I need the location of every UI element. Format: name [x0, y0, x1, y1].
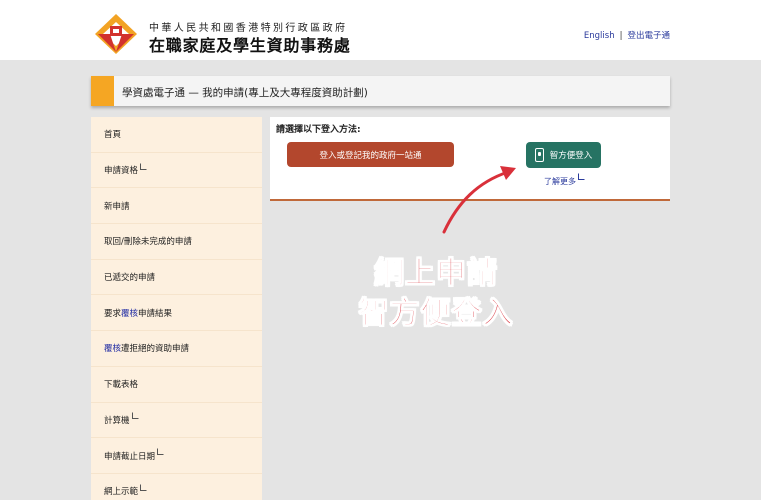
- sidebar-item-eligibility[interactable]: 申請資格: [91, 153, 262, 189]
- sidebar-item-request-review[interactable]: 要求 覆核 申請結果: [91, 295, 262, 332]
- learn-more-label: 了解更多: [544, 177, 576, 186]
- sidebar-item-highlight: 覆核: [121, 308, 139, 319]
- page-title-bar: 學資處電子通 — 我的申請(專上及大專程度資助計劃): [91, 76, 670, 106]
- sidebar-item-label: 網上示範: [104, 487, 139, 498]
- sidebar-item-label: 計算機: [104, 415, 130, 426]
- annotation-line-2: 智方便登入: [358, 296, 514, 332]
- sidebar-item-review-rejected[interactable]: 覆核 遭拒絕的資助申請: [91, 331, 262, 367]
- english-link[interactable]: English: [584, 31, 615, 41]
- sidebar-item-label: 申請截止日期: [104, 451, 156, 462]
- external-link-icon: [131, 412, 139, 420]
- site-header: 中華人民共和國香港特別行政區政府 在職家庭及學生資助事務處 English | 登出…: [0, 0, 761, 60]
- sidebar-item-online-demo[interactable]: 網上示範: [91, 474, 262, 500]
- annotation-arrow-icon: [442, 166, 516, 234]
- sidebar-item-retrieve-delete[interactable]: 取回/刪除未完成的申請: [91, 224, 262, 260]
- sidebar-item-calculator[interactable]: 計算機: [91, 403, 262, 439]
- logout-link[interactable]: 登出電子通: [627, 31, 670, 41]
- sidebar-item-deadline[interactable]: 申請截止日期: [91, 438, 262, 474]
- sidebar-item-label: 遭拒絕的資助申請: [121, 344, 190, 355]
- sidebar-item-label: 下載表格: [104, 380, 139, 391]
- sidebar-item-submitted[interactable]: 已遞交的申請: [91, 260, 262, 296]
- sidebar-item-download-forms[interactable]: 下載表格: [91, 367, 262, 403]
- sidebar-item-label: 取回/刪除未完成的申請: [104, 237, 192, 248]
- sidebar-item-label: 新申請: [104, 201, 130, 212]
- department-title: 在職家庭及學生資助事務處: [149, 36, 351, 55]
- sidebar-item-label: 首頁: [104, 130, 122, 141]
- external-link-icon: [140, 162, 148, 170]
- sidebar-item-label: 要求: [104, 308, 122, 319]
- sidebar-nav: 首頁 申請資格 新申請 取回/刪除未完成的申請 已遞交的申請 要求 覆核 申請結果 …: [91, 117, 262, 500]
- sidebar-item-label: 申請結果: [138, 308, 173, 319]
- external-link-icon: [140, 483, 148, 491]
- top-links: English | 登出電子通: [584, 29, 670, 41]
- external-link-icon: [157, 448, 165, 456]
- title-accent: [91, 76, 114, 106]
- sidebar-item-home[interactable]: 首頁: [91, 117, 262, 153]
- govhk-login-button[interactable]: 登入或登記我的政府一站通: [287, 142, 454, 167]
- sidebar-item-new-application[interactable]: 新申請: [91, 188, 262, 225]
- annotation-callout: 網上申請 智方便登入: [356, 254, 516, 334]
- page-title: 學資處電子通 — 我的申請(專上及大專程度資助計劃): [122, 87, 368, 99]
- sidebar-item-label: 申請資格: [104, 166, 139, 177]
- link-separator: |: [619, 31, 623, 41]
- sidebar-item-highlight: 覆核: [104, 344, 122, 355]
- login-prompt: 請選擇以下登入方法:: [276, 125, 361, 135]
- sidebar-item-label: 已遞交的申請: [104, 273, 156, 284]
- annotation-line-1: 網上申請: [374, 256, 498, 292]
- ssfa-logo-icon[interactable]: [93, 12, 139, 56]
- learn-more-link[interactable]: 了解更多: [544, 173, 585, 187]
- iamsmart-button-label: 智方便登入: [549, 151, 593, 161]
- external-link-icon: [578, 173, 585, 180]
